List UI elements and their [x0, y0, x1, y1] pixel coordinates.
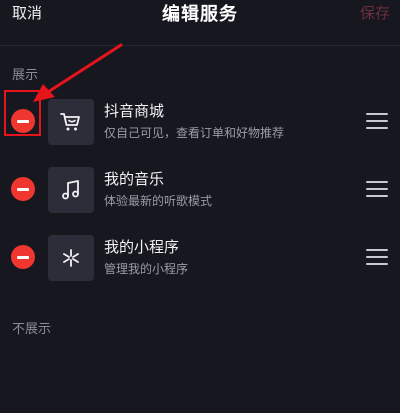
- service-title: 我的小程序: [104, 238, 180, 256]
- music-note-icon: [48, 167, 94, 213]
- service-title: 我的音乐: [104, 170, 165, 188]
- remove-button[interactable]: [11, 245, 35, 269]
- service-description: 体验最新的听歌模式: [104, 194, 213, 208]
- save-button[interactable]: 保存: [360, 2, 390, 23]
- drag-handle-icon[interactable]: [366, 113, 388, 129]
- minus-icon: [17, 119, 29, 123]
- edit-services-screen: 取消 编辑服务 保存 展示 抖音商城 仅自己可见，查看订单和好物推荐 我的音乐 …: [0, 0, 400, 413]
- remove-button[interactable]: [11, 177, 35, 201]
- service-row-music: 我的音乐 体验最新的听歌模式: [0, 160, 400, 220]
- header: 取消 编辑服务 保存: [0, 0, 400, 28]
- minus-icon: [17, 187, 29, 191]
- page-title: 编辑服务: [162, 4, 238, 25]
- drag-handle-icon[interactable]: [366, 249, 388, 265]
- service-description: 管理我的小程序: [104, 262, 189, 276]
- remove-button[interactable]: [11, 109, 35, 133]
- mini-program-icon: [48, 235, 94, 281]
- service-row-mall: 抖音商城 仅自己可见，查看订单和好物推荐: [0, 90, 400, 152]
- minus-icon: [17, 255, 29, 259]
- header-divider: [0, 45, 400, 46]
- service-description: 仅自己可见，查看订单和好物推荐: [104, 126, 285, 140]
- section-label-shown: 展示: [12, 68, 39, 83]
- drag-handle-icon[interactable]: [366, 181, 388, 197]
- section-label-hidden: 不展示: [12, 322, 52, 337]
- shopping-cart-icon: [48, 99, 94, 145]
- service-row-mini-programs: 我的小程序 管理我的小程序: [0, 228, 400, 288]
- service-title: 抖音商城: [104, 102, 165, 120]
